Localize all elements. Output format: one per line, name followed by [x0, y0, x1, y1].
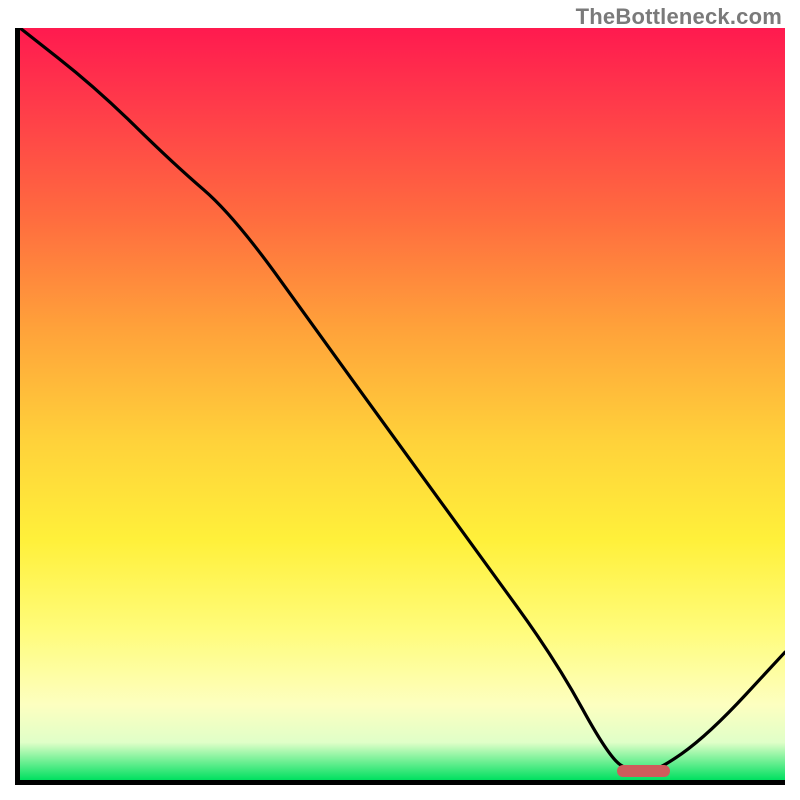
gradient-background — [20, 28, 785, 780]
optimal-range-marker — [617, 765, 671, 777]
bottleneck-chart: TheBottleneck.com — [0, 0, 800, 800]
attribution-text: TheBottleneck.com — [576, 4, 782, 30]
plot-area — [15, 28, 785, 785]
